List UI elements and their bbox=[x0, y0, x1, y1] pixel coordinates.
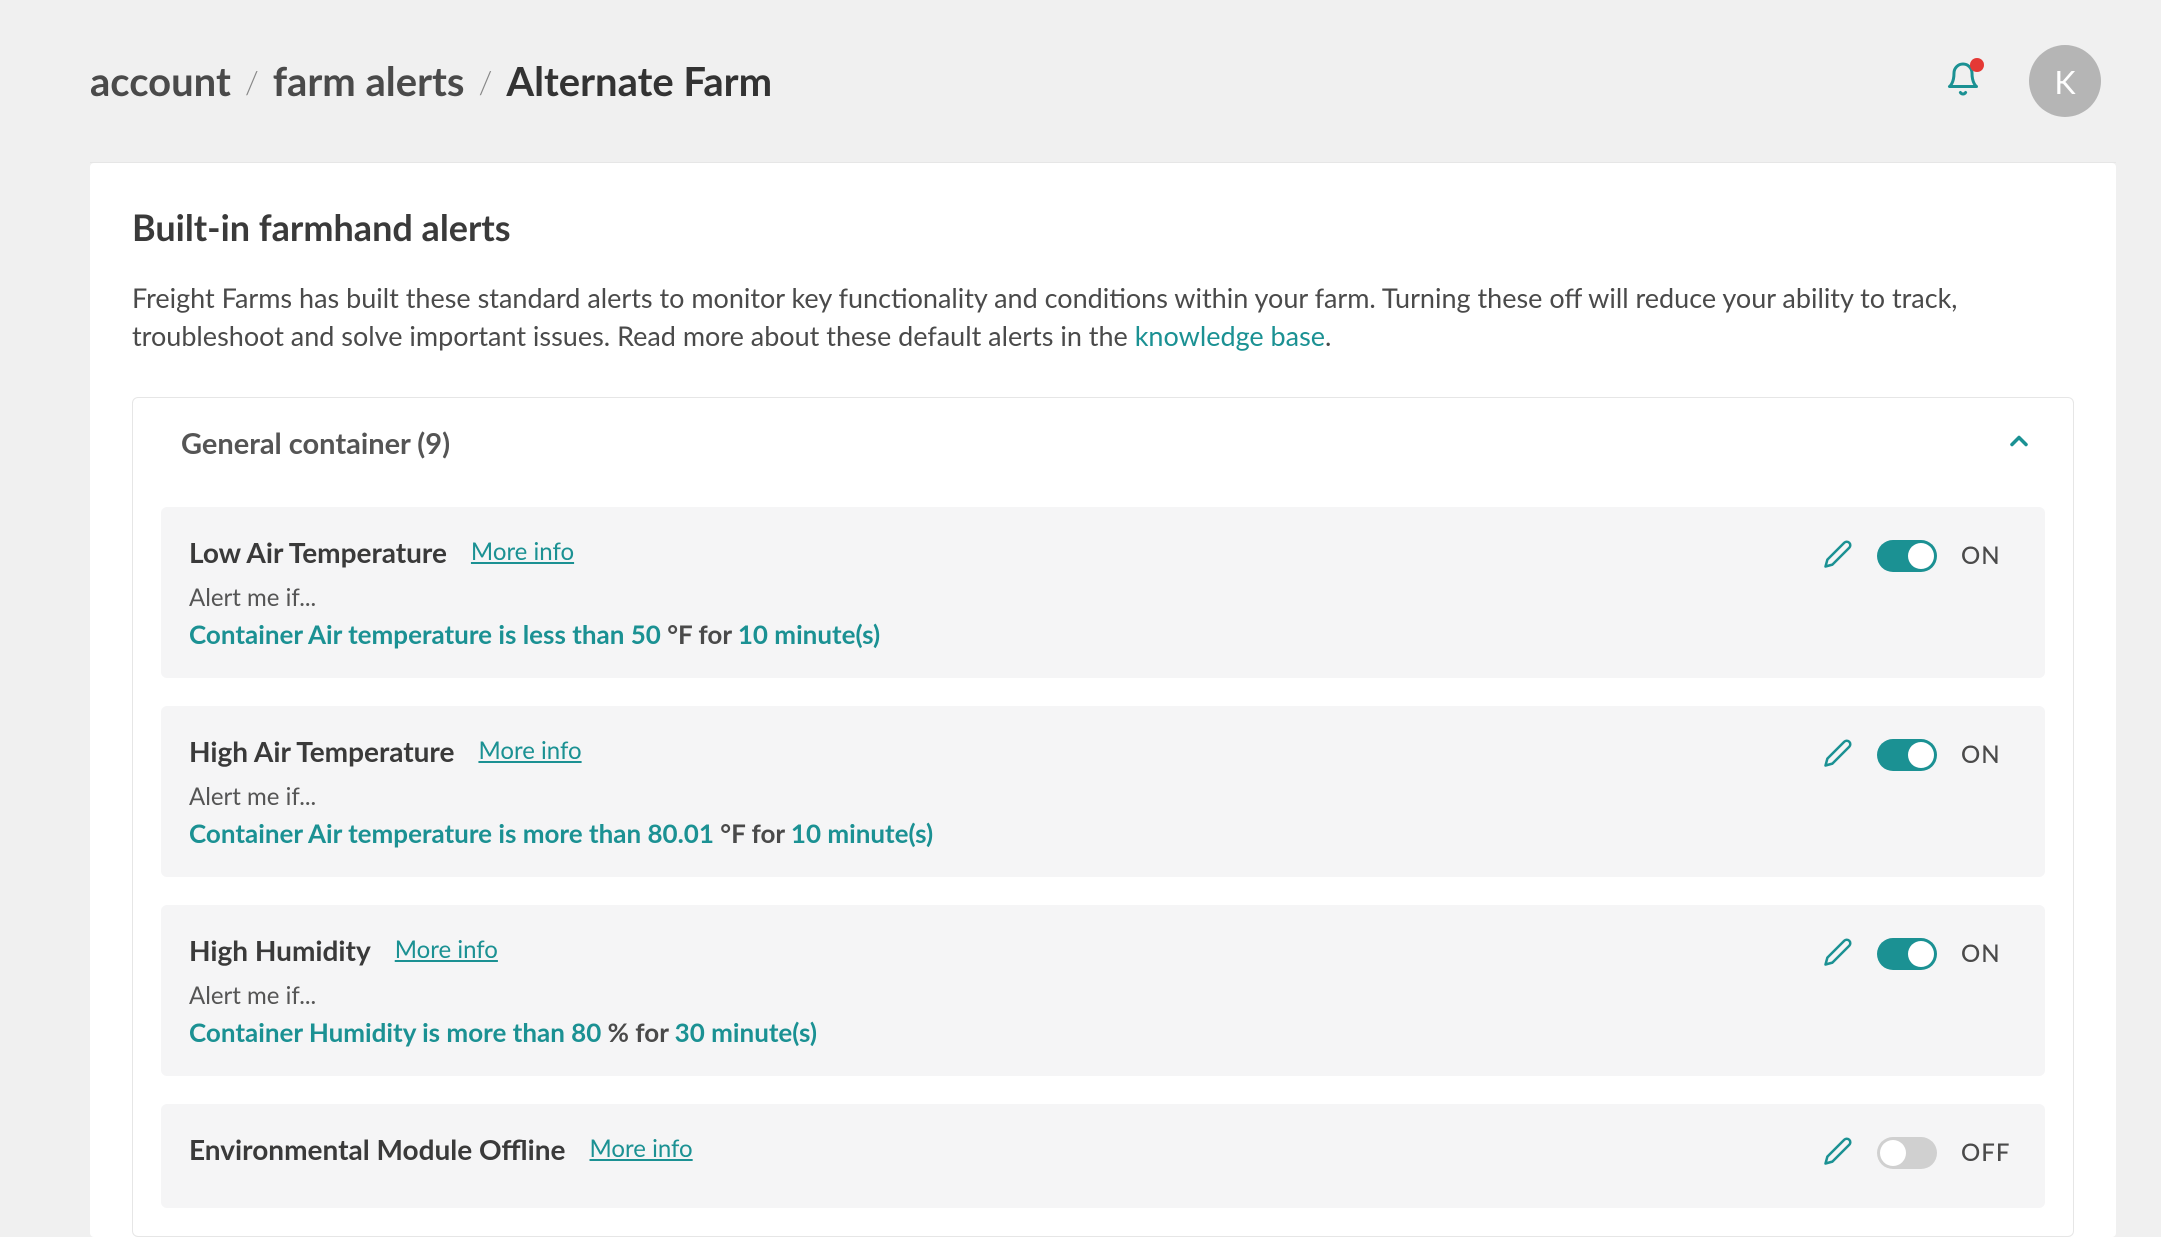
toggle-switch[interactable] bbox=[1877, 1137, 1937, 1169]
edit-icon[interactable] bbox=[1823, 937, 1853, 971]
more-info-link[interactable]: More info bbox=[590, 1134, 693, 1163]
page-header: account / farm alerts / Alternate Farm K bbox=[45, 0, 2161, 162]
accordion-header[interactable]: General container (9) bbox=[133, 398, 2073, 489]
avatar-initial: K bbox=[2054, 62, 2075, 101]
alert-condition: Container Air temperature is more than 8… bbox=[189, 817, 1823, 849]
knowledge-base-link[interactable]: knowledge base bbox=[1135, 319, 1325, 352]
more-info-link[interactable]: More info bbox=[471, 537, 574, 566]
alert-title: Low Air Temperature bbox=[189, 535, 447, 569]
alert-title: High Air Temperature bbox=[189, 734, 454, 768]
toggle-label: ON bbox=[1961, 939, 2017, 968]
toggle-switch[interactable] bbox=[1877, 938, 1937, 970]
more-info-link[interactable]: More info bbox=[395, 935, 498, 964]
avatar[interactable]: K bbox=[2029, 45, 2101, 117]
edit-icon[interactable] bbox=[1823, 1136, 1853, 1170]
notification-dot bbox=[1970, 58, 1984, 72]
accordion-general-container: General container (9) Low Air Temperatur… bbox=[132, 397, 2074, 1237]
notifications-button[interactable] bbox=[1945, 61, 1981, 101]
alert-me-if-label: Alert me if... bbox=[189, 981, 1823, 1010]
breadcrumb-current[interactable]: Alternate Farm bbox=[506, 57, 772, 105]
accordion-title: General container (9) bbox=[181, 426, 450, 461]
alert-condition: Container Humidity is more than 80 % for… bbox=[189, 1016, 1823, 1048]
breadcrumb-farm-alerts[interactable]: farm alerts bbox=[273, 57, 465, 105]
section-description: Freight Farms has built these standard a… bbox=[132, 279, 2074, 355]
breadcrumb-account[interactable]: account bbox=[90, 57, 231, 105]
toggle-label: ON bbox=[1961, 541, 2017, 570]
toggle-switch[interactable] bbox=[1877, 540, 1937, 572]
toggle-switch[interactable] bbox=[1877, 739, 1937, 771]
breadcrumb-separator: / bbox=[245, 62, 259, 101]
alert-condition: Container Air temperature is less than 5… bbox=[189, 618, 1823, 650]
alert-item: Environmental Module Offline More info OFF bbox=[161, 1104, 2045, 1208]
alert-item: Low Air Temperature More info Alert me if.… bbox=[161, 507, 2045, 678]
breadcrumb: account / farm alerts / Alternate Farm bbox=[90, 57, 772, 105]
toggle-label: OFF bbox=[1961, 1138, 2017, 1167]
chevron-up-icon bbox=[2005, 427, 2033, 459]
toggle-label: ON bbox=[1961, 740, 2017, 769]
alert-item: High Air Temperature More info Alert me if… bbox=[161, 706, 2045, 877]
edit-icon[interactable] bbox=[1823, 738, 1853, 772]
edit-icon[interactable] bbox=[1823, 539, 1853, 573]
content-card: Built-in farmhand alerts Freight Farms h… bbox=[90, 163, 2116, 1237]
bell-icon bbox=[1945, 82, 1981, 101]
more-info-link[interactable]: More info bbox=[478, 736, 581, 765]
alert-item: High Humidity More info Alert me if... Cont… bbox=[161, 905, 2045, 1076]
section-title: Built-in farmhand alerts bbox=[132, 205, 2074, 249]
alert-me-if-label: Alert me if... bbox=[189, 583, 1823, 612]
alert-title: High Humidity bbox=[189, 933, 371, 967]
breadcrumb-separator: / bbox=[478, 62, 492, 101]
alert-me-if-label: Alert me if... bbox=[189, 782, 1823, 811]
alert-title: Environmental Module Offline bbox=[189, 1132, 566, 1166]
